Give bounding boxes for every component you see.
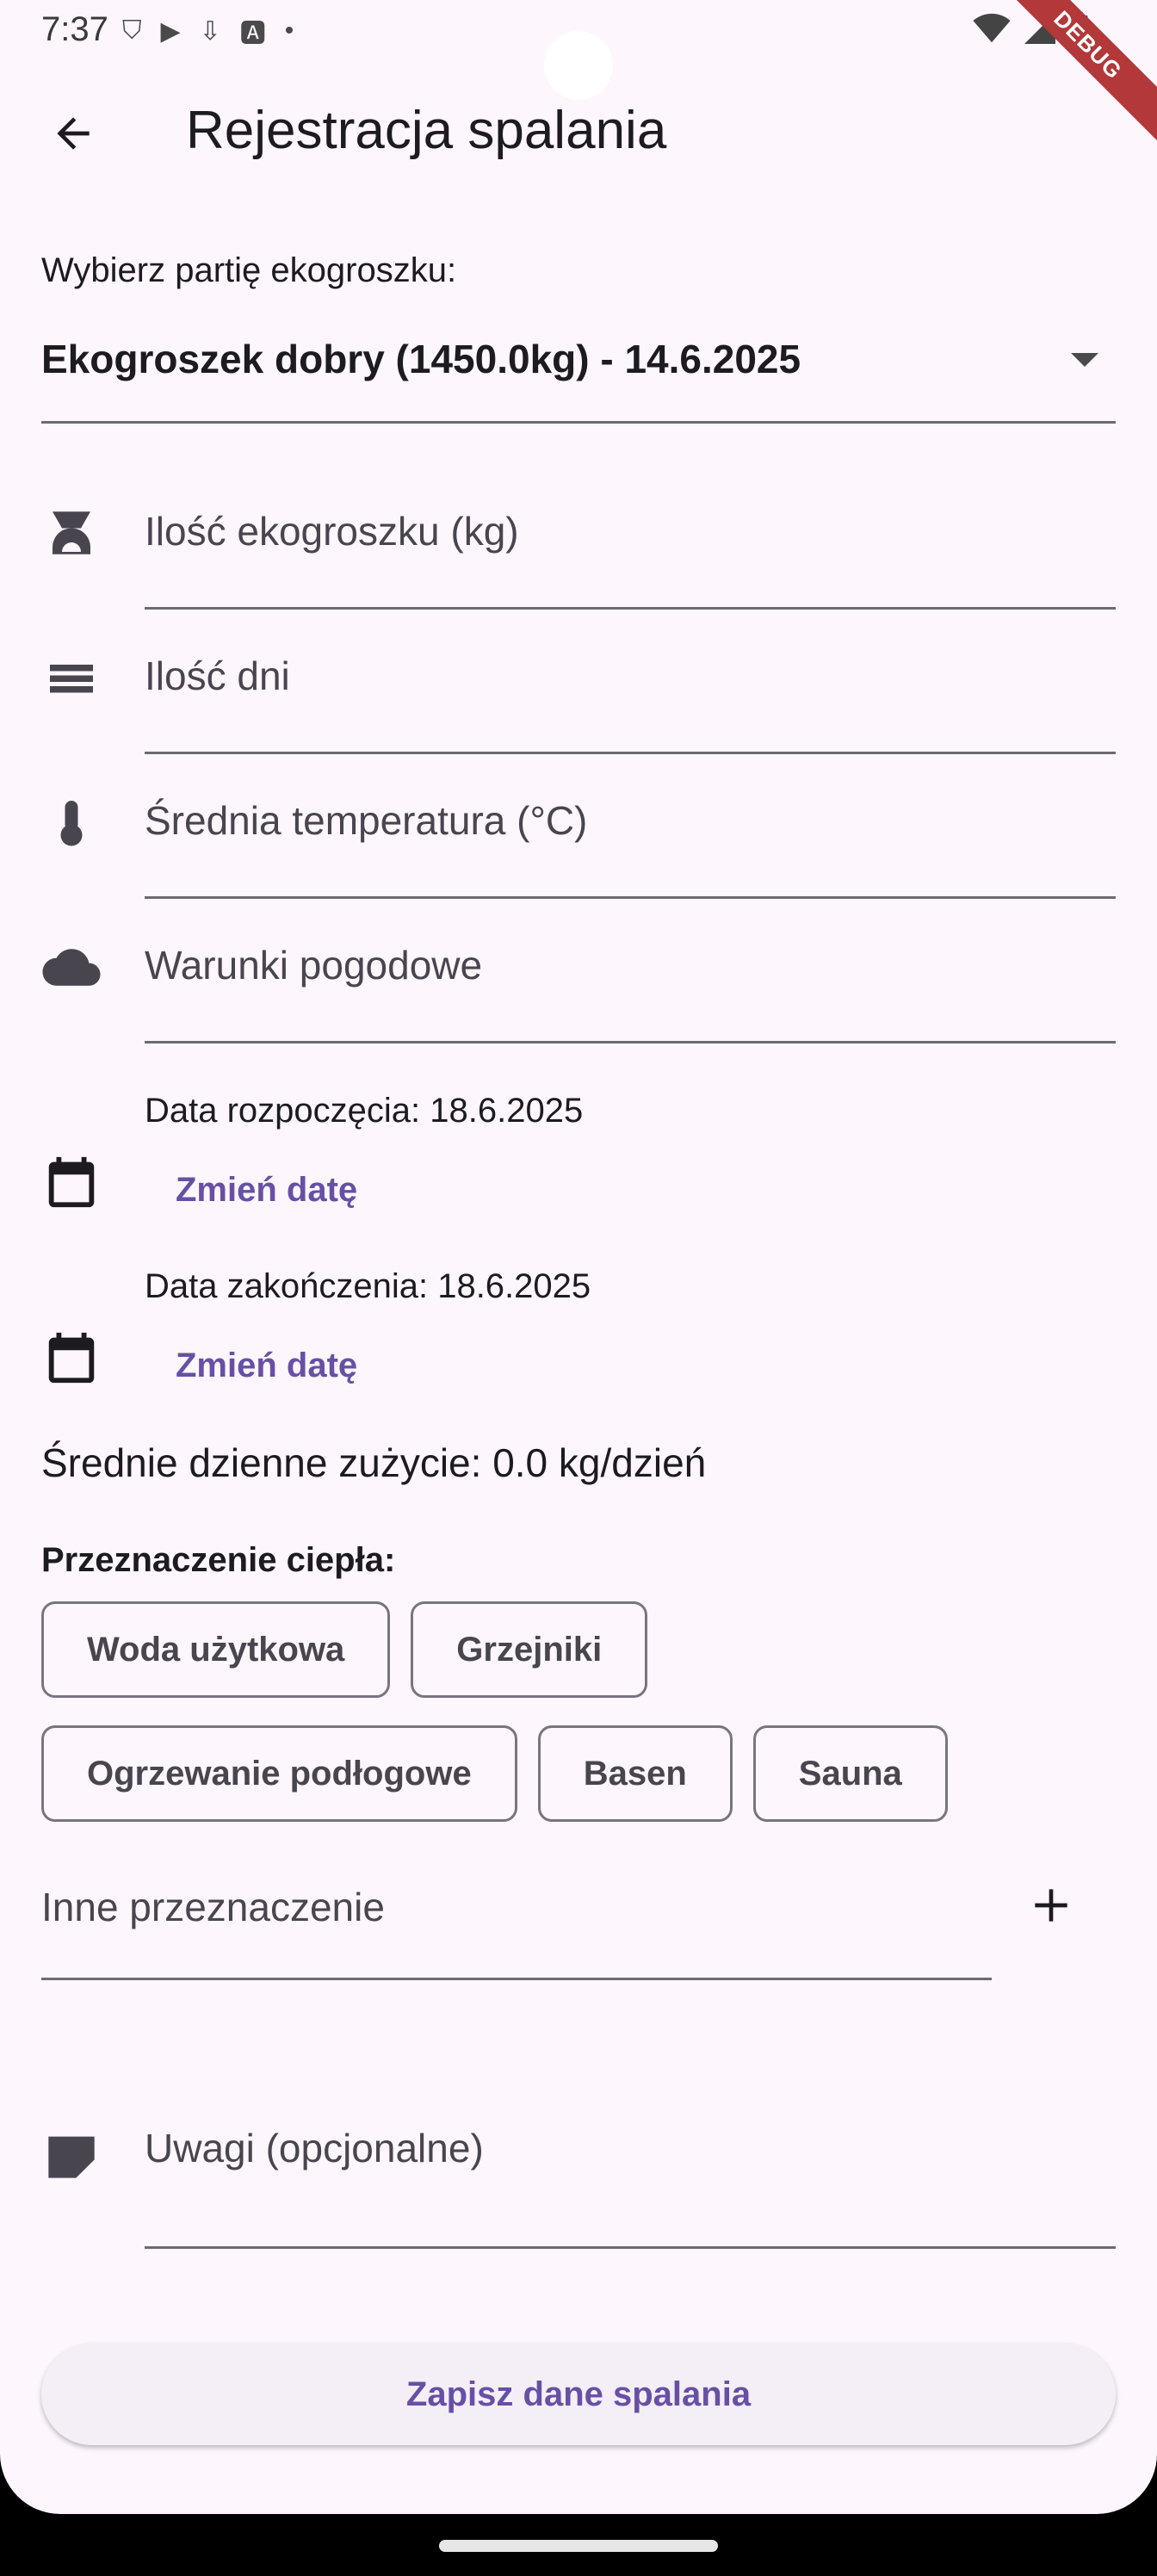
chip-woda-uzytkowa[interactable]: Woda użytkowa bbox=[41, 1601, 391, 1698]
save-button[interactable]: Zapisz dane spalania bbox=[41, 2344, 1116, 2445]
status-bar: 7:37 ⛉ ▶ ⇩ 🅰 • bbox=[0, 0, 1157, 100]
status-notification-icons: ⛉ ▶ ⇩ 🅰 • bbox=[122, 12, 294, 50]
chip-sauna[interactable]: Sauna bbox=[752, 1725, 948, 1822]
average-usage-text: Średnie dzienne zużycie: 0.0 kg/dzień bbox=[41, 1440, 707, 1485]
calendar-icon bbox=[41, 1328, 102, 1388]
start-date-row: Data rozpoczęcia: 18.6.2025 Zmień datę bbox=[0, 1092, 1157, 1264]
screen: 7:37 ⛉ ▶ ⇩ 🅰 • DEBUG Rejestracja spalani… bbox=[0, 0, 1157, 2514]
chip-basen[interactable]: Basen bbox=[537, 1725, 733, 1822]
weather-input[interactable]: Warunki pogodowe bbox=[145, 899, 1116, 1043]
temperature-field-row: Średnia temperatura (°C) bbox=[0, 754, 1157, 899]
play-store-icon: ▶ bbox=[160, 16, 181, 46]
notes-placeholder: Uwagi (opcjonalne) bbox=[145, 2126, 484, 2170]
wifi-icon bbox=[973, 13, 1011, 43]
notes-field-row: Uwagi (opcjonalne) bbox=[0, 2104, 1157, 2249]
purpose-title: Przeznaczenie ciepła: bbox=[41, 1541, 396, 1579]
weather-placeholder: Warunki pogodowe bbox=[145, 943, 483, 988]
note-icon bbox=[41, 2125, 102, 2185]
dropdown-arrow-icon bbox=[1071, 353, 1098, 367]
back-button[interactable] bbox=[34, 103, 112, 164]
cloud-icon bbox=[41, 937, 102, 997]
dot-icon: • bbox=[284, 16, 294, 45]
batch-dropdown[interactable]: Ekogroszek dobry (1450.0kg) - 14.6.2025 bbox=[41, 327, 1116, 424]
status-time: 7:37 bbox=[41, 10, 108, 48]
plus-icon bbox=[1035, 1889, 1067, 1922]
arrow-back-icon bbox=[57, 117, 90, 150]
amount-placeholder: Ilość ekogroszku (kg) bbox=[145, 509, 519, 554]
font-app-icon: 🅰 bbox=[239, 20, 266, 48]
other-purpose-placeholder: Inne przeznaczenie bbox=[41, 1885, 385, 1929]
thermometer-icon bbox=[41, 792, 102, 852]
days-placeholder: Ilość dni bbox=[145, 653, 290, 698]
change-end-date-button[interactable]: Zmień datę bbox=[176, 1347, 357, 1385]
add-purpose-button[interactable] bbox=[1021, 1875, 1081, 1935]
temperature-placeholder: Średnia temperatura (°C) bbox=[145, 798, 588, 843]
scale-icon bbox=[41, 503, 102, 563]
purpose-chips: Woda użytkowa Grzejniki Ogrzewanie podło… bbox=[41, 1601, 1116, 1849]
amount-field-row: Ilość ekogroszku (kg) bbox=[0, 465, 1157, 610]
other-purpose-input[interactable]: Inne przeznaczenie bbox=[41, 1867, 992, 1980]
shield-icon: ⛉ bbox=[122, 16, 142, 45]
list-lines-icon bbox=[41, 647, 102, 708]
end-date-row: Data zakończenia: 18.6.2025 Zmień datę bbox=[0, 1267, 1157, 1440]
page-title: Rejestracja spalania bbox=[186, 101, 667, 160]
home-indicator[interactable] bbox=[439, 2540, 718, 2552]
end-date-label: Data zakończenia: 18.6.2025 bbox=[145, 1267, 591, 1305]
days-field-row: Ilość dni bbox=[0, 610, 1157, 754]
download-icon: ⇩ bbox=[199, 16, 221, 46]
days-input[interactable]: Ilość dni bbox=[145, 610, 1116, 754]
batch-selected-value: Ekogroszek dobry (1450.0kg) - 14.6.2025 bbox=[41, 337, 801, 381]
notes-input[interactable]: Uwagi (opcjonalne) bbox=[145, 2104, 1116, 2249]
change-start-date-button[interactable]: Zmień datę bbox=[176, 1171, 357, 1210]
chip-ogrzewanie-podlogowe[interactable]: Ogrzewanie podłogowe bbox=[41, 1725, 517, 1822]
start-date-label: Data rozpoczęcia: 18.6.2025 bbox=[145, 1092, 584, 1130]
amount-input[interactable]: Ilość ekogroszku (kg) bbox=[145, 465, 1116, 610]
batch-label: Wybierz partię ekogroszku: bbox=[41, 251, 457, 289]
weather-field-row: Warunki pogodowe bbox=[0, 899, 1157, 1043]
app-bar: Rejestracja spalania bbox=[0, 77, 1157, 189]
chip-grzejniki[interactable]: Grzejniki bbox=[411, 1601, 648, 1698]
calendar-icon bbox=[41, 1152, 102, 1212]
temperature-input[interactable]: Średnia temperatura (°C) bbox=[145, 754, 1116, 899]
